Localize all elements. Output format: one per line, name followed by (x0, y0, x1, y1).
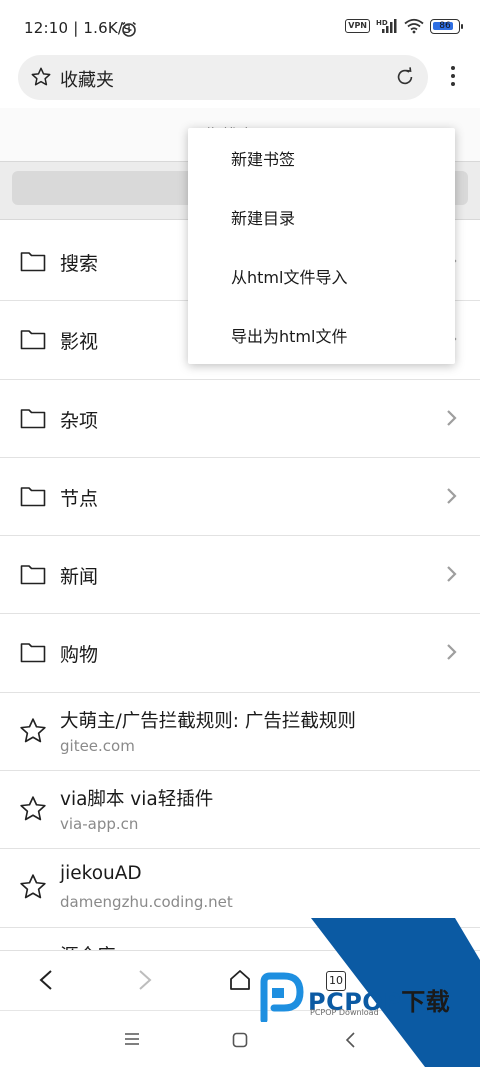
folder-icon (20, 487, 46, 507)
bookmark-title: 大萌主/广告拦截规则: 广告拦截规则 (60, 710, 356, 732)
alarm-clock-icon (122, 21, 136, 37)
folder-label: 购物 (60, 644, 99, 667)
bookmark-item[interactable]: 大萌主/广告拦截规则: 广告拦截规则 gitee.com (0, 693, 480, 772)
bookmark-url: damengzhu.coding.net (60, 893, 233, 912)
folder-item[interactable]: 杂项 (0, 380, 480, 458)
bookmark-item[interactable]: jiekouAD damengzhu.coding.net (0, 849, 480, 928)
status-icons: VPN HD 86 (345, 18, 463, 34)
menu-item-new-folder[interactable]: 新建目录 (188, 187, 455, 246)
system-home-icon[interactable] (232, 1032, 248, 1048)
bookmark-title: jiekouAD (60, 863, 142, 885)
folder-label: 杂项 (60, 409, 99, 432)
folder-icon (20, 330, 46, 350)
folder-item[interactable]: 节点 (0, 458, 480, 537)
folder-icon (20, 408, 46, 428)
system-back-icon[interactable] (344, 1031, 356, 1049)
system-nav-bar (0, 1010, 480, 1067)
folder-label: 影视 (60, 331, 99, 354)
menu-item-new-bookmark[interactable]: 新建书签 (188, 128, 455, 187)
wifi-icon (404, 18, 424, 34)
bookmark-title: via脚本 via轻插件 (60, 789, 214, 811)
folder-label: 节点 (60, 487, 99, 510)
folder-icon (20, 565, 46, 585)
chevron-right-icon (447, 488, 457, 504)
pcpop-logo-icon (260, 972, 304, 1022)
battery-level: 86 (439, 20, 451, 31)
signal-icon: HD (376, 19, 397, 33)
star-outline-icon (20, 874, 46, 899)
back-arrow-icon[interactable] (38, 969, 54, 991)
status-bar: 12:10 | 1.6K/s VPN HD 86 (0, 0, 480, 56)
chevron-right-icon (447, 409, 457, 426)
chevron-right-icon (447, 566, 457, 582)
home-icon[interactable] (228, 968, 252, 992)
folder-label: 新闻 (60, 566, 99, 589)
bookmark-item[interactable]: via脚本 via轻插件 via-app.cn (0, 771, 480, 850)
star-outline-icon[interactable] (30, 66, 52, 88)
overflow-popup-menu: 新建书签 新建目录 从html文件导入 导出为html文件 (188, 128, 455, 364)
forward-arrow-icon[interactable] (137, 969, 153, 991)
address-bar[interactable]: 收藏夹 (18, 55, 428, 100)
battery-icon: 86 (430, 18, 463, 34)
folder-icon (20, 643, 46, 663)
vpn-badge: VPN (345, 19, 370, 33)
reload-icon[interactable] (394, 66, 416, 88)
status-time-speed: 12:10 | 1.6K/s (24, 19, 132, 37)
chevron-right-icon (447, 644, 457, 661)
network-type: HD (376, 19, 388, 27)
recent-apps-icon[interactable] (123, 1032, 141, 1046)
bookmark-url: gitee.com (60, 736, 135, 755)
menu-item-export-html[interactable]: 导出为html文件 (188, 305, 455, 364)
more-vert-icon[interactable] (445, 66, 461, 90)
menu-item-import-html[interactable]: 从html文件导入 (188, 246, 455, 305)
folder-item[interactable]: 购物 (0, 614, 480, 693)
star-outline-icon (20, 796, 46, 821)
watermark-subtitle: PCPOP Download (310, 1008, 379, 1017)
star-outline-icon (20, 718, 46, 743)
folder-label: 搜索 (60, 253, 99, 275)
folder-item[interactable]: 新闻 (0, 536, 480, 615)
folder-icon (20, 252, 46, 272)
bookmark-url: via-app.cn (60, 815, 139, 834)
page-title: 收藏夹 (60, 70, 114, 91)
